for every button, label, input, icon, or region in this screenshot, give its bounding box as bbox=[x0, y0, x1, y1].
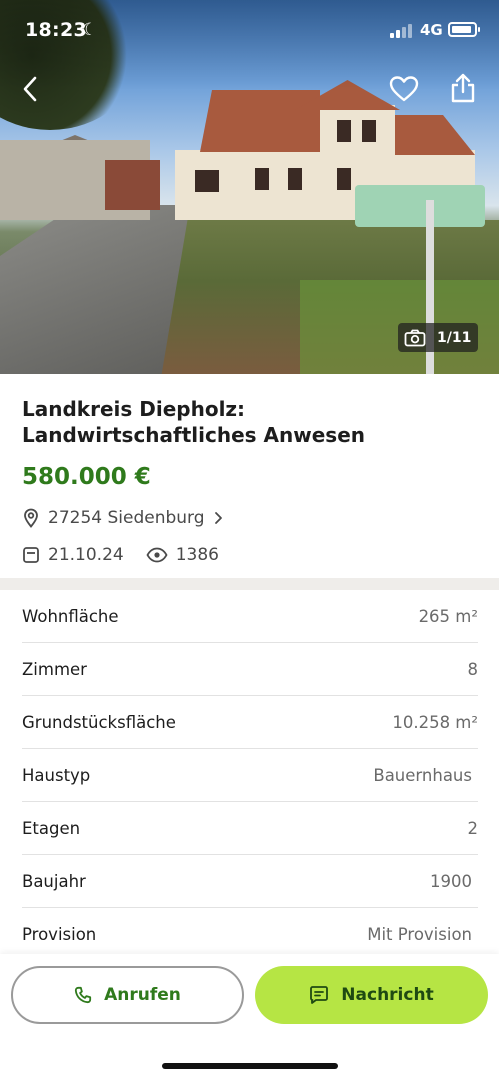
photo-window bbox=[337, 168, 351, 190]
detail-row: Grundstücksfläche 10.258 m² bbox=[22, 696, 478, 749]
signal-icon bbox=[390, 24, 412, 38]
detail-label: Baujahr bbox=[22, 871, 86, 891]
photo-window bbox=[288, 168, 302, 190]
listing-price: 580.000 € bbox=[22, 464, 151, 490]
section-divider bbox=[0, 578, 499, 590]
listing-date: 21.10.24 bbox=[48, 545, 124, 565]
detail-value: 1900 bbox=[430, 871, 472, 891]
heart-icon bbox=[389, 76, 419, 102]
calendar-icon bbox=[23, 547, 39, 563]
detail-value: 8 bbox=[467, 659, 479, 679]
photo-window bbox=[255, 168, 269, 190]
detail-row: Etagen 2 bbox=[22, 802, 478, 855]
message-button[interactable]: Nachricht bbox=[255, 966, 488, 1024]
home-indicator[interactable] bbox=[162, 1063, 338, 1069]
back-button[interactable] bbox=[15, 72, 45, 106]
message-button-label: Nachricht bbox=[341, 985, 434, 1005]
network-label: 4G bbox=[420, 21, 443, 39]
listing-title: Landkreis Diepholz: Landwirtschaftliches… bbox=[22, 397, 366, 447]
favorite-button[interactable] bbox=[387, 72, 421, 106]
photo-counter-label: 1/11 bbox=[437, 329, 472, 346]
bottom-action-bar: Anrufen Nachricht bbox=[0, 954, 499, 1080]
detail-value: 2 bbox=[467, 818, 479, 838]
photo-window bbox=[195, 170, 219, 192]
listing-meta: 21.10.24 1386 bbox=[22, 545, 219, 565]
camera-icon bbox=[404, 329, 426, 346]
details-list: Wohnfläche 265 m² Zimmer 8 Grundstücksfläc… bbox=[22, 590, 478, 961]
eye-icon bbox=[146, 547, 168, 563]
detail-label: Zimmer bbox=[22, 659, 87, 679]
photo-roof bbox=[200, 90, 320, 152]
photo-window bbox=[362, 120, 376, 142]
detail-label: Grundstücksfläche bbox=[22, 712, 176, 732]
location-pin-icon bbox=[24, 508, 38, 528]
detail-row: Wohnfläche 265 m² bbox=[22, 590, 478, 643]
message-icon bbox=[310, 986, 329, 1004]
detail-label: Wohnfläche bbox=[22, 606, 119, 626]
photo-counter[interactable]: 1/11 bbox=[398, 323, 478, 352]
photo-hay-bales bbox=[355, 185, 485, 227]
detail-label: Haustyp bbox=[22, 765, 91, 785]
detail-row: Haustyp Bauernhaus bbox=[22, 749, 478, 802]
photo-road bbox=[0, 205, 190, 374]
detail-row: Baujahr 1900 bbox=[22, 855, 478, 908]
back-icon bbox=[23, 76, 37, 102]
detail-label: Etagen bbox=[22, 818, 81, 838]
listing-location[interactable]: 27254 Siedenburg bbox=[22, 508, 223, 528]
battery-icon bbox=[448, 22, 480, 37]
listing-views: 1386 bbox=[175, 545, 219, 565]
detail-value: Mit Provision bbox=[367, 925, 472, 944]
detail-value: Bauernhaus bbox=[373, 765, 472, 785]
moon-icon: ☾ bbox=[82, 20, 98, 40]
photo-window bbox=[337, 120, 351, 142]
detail-label: Provision bbox=[22, 925, 97, 944]
call-button-label: Anrufen bbox=[104, 985, 181, 1005]
detail-value: 10.258 m² bbox=[392, 712, 478, 732]
photo-roof-right bbox=[395, 115, 475, 155]
detail-row: Zimmer 8 bbox=[22, 643, 478, 696]
chevron-right-icon bbox=[214, 512, 222, 524]
phone-icon bbox=[75, 986, 92, 1004]
location-label: 27254 Siedenburg bbox=[48, 508, 205, 528]
status-time: 18:23 bbox=[25, 19, 87, 41]
detail-value: 265 m² bbox=[418, 606, 478, 626]
status-bar: 18:23 ☾ 4G bbox=[0, 0, 499, 60]
share-button[interactable] bbox=[446, 70, 480, 106]
share-icon bbox=[451, 73, 475, 103]
call-button[interactable]: Anrufen bbox=[11, 966, 244, 1024]
photo-shed bbox=[105, 160, 160, 210]
